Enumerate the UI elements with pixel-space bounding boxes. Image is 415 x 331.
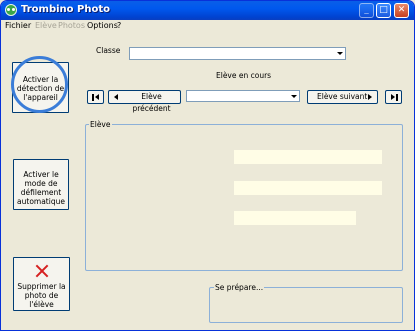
eleve-group-title: Elève [89,120,112,129]
classe-combobox[interactable] [129,47,346,60]
student-dropdown-arrow-icon[interactable] [289,92,298,101]
first-bar-icon [92,94,94,101]
scroll-mode-label-1: Activer le [23,170,59,179]
first-arrow-icon [95,94,99,100]
last-bar-icon [396,94,398,101]
previous-arrow-icon [114,94,118,100]
maximize-button[interactable]: □ [376,3,391,18]
menu-bar: Fichier Elève Photos Options ? [1,20,414,32]
window-title: Trombino Photo [21,4,110,15]
main-window: Trombino Photo _ □ ✕ Fichier Elève Photo… [0,0,415,331]
activate-scroll-mode-button[interactable]: Activer le mode de défilement automatiqu… [13,159,69,210]
eleve-field-2[interactable] [234,181,382,195]
menu-fichier[interactable]: Fichier [5,21,31,31]
menu-photos[interactable]: Photos [58,21,85,31]
scroll-mode-label-4: automatique [17,197,65,206]
classe-dropdown-arrow-icon[interactable] [335,49,344,58]
current-student-label: Elève en cours [216,71,272,80]
first-student-button[interactable] [87,90,104,104]
close-button[interactable]: ✕ [394,3,409,18]
menu-eleve[interactable]: Elève [35,21,57,31]
delete-photo-button[interactable]: Supprimer la photo de l'élève [13,257,70,311]
status-group-title: Se prépare... [214,283,265,292]
scroll-mode-label-2: mode de [24,179,58,188]
classe-label: Classe [96,46,121,55]
last-student-button[interactable] [385,90,402,104]
delete-x-icon [35,264,49,278]
title-bar[interactable]: Trombino Photo _ □ ✕ [1,1,414,20]
delete-photo-label-3: l'élève [29,300,54,309]
student-combobox[interactable] [186,90,300,102]
eleve-groupbox [85,124,403,271]
menu-options[interactable]: Options [87,21,118,31]
eleve-field-3[interactable] [234,211,356,225]
next-student-label: Elève suivant [317,92,368,101]
last-arrow-icon [391,94,395,100]
delete-photo-label-1: Supprimer la [17,282,66,291]
next-arrow-icon [368,94,372,100]
eleve-field-1[interactable] [234,150,382,164]
focus-highlight-circle [11,56,68,113]
previous-student-button[interactable]: Elève précédent [108,90,181,113]
previous-student-label: Elève précédent [132,92,171,113]
next-student-button[interactable]: Elève suivant [307,90,378,104]
minimize-button[interactable]: _ [359,3,374,18]
menu-help[interactable]: ? [117,21,121,31]
app-icon [5,4,17,16]
scroll-mode-label-3: défilement [20,188,62,197]
status-groupbox [209,287,403,323]
delete-photo-label-2: photo de [24,291,59,300]
